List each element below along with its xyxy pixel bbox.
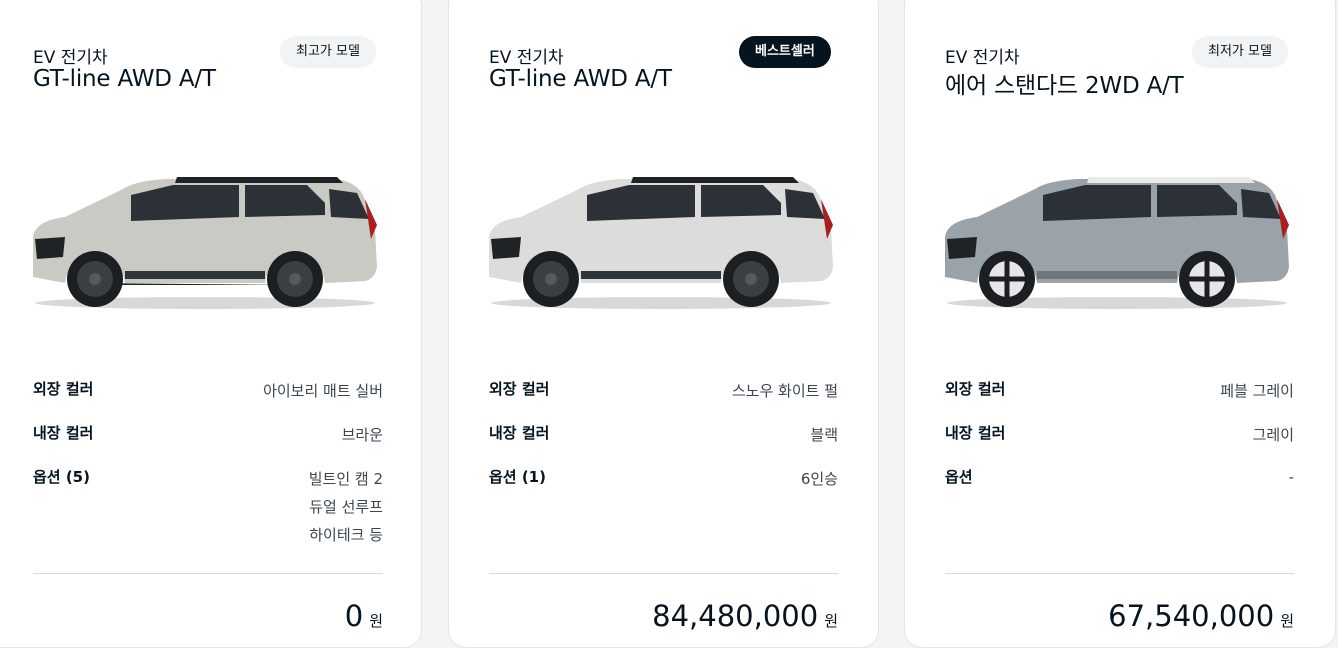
badge-lowest-price: 최저가 모델 [1192,36,1288,68]
model-card-highest-price[interactable]: EV 전기차 GT-line AWD A/T 최고가 모델 외장 컬러 아이보리… [0,0,422,648]
vehicle-category: EV 전기차 [33,48,108,68]
car-image [33,177,377,309]
model-name: GT-line AWD A/T [489,66,672,92]
exterior-color-label: 외장 컬러 [33,380,94,398]
price-value: 0 [344,599,364,633]
vehicle-category: EV 전기차 [489,48,564,68]
model-card-best-seller[interactable]: EV 전기차 GT-line AWD A/T 베스트셀러 외장 컬러 스노우 화… [448,0,879,648]
option-value: - [1288,468,1294,486]
price-value: 84,480,000 [652,599,819,633]
interior-color-label: 내장 컬러 [945,424,1006,442]
badge-best-seller: 베스트셀러 [739,36,831,68]
car-image [489,177,833,309]
options-label: 옵션 (1) [489,468,546,486]
exterior-color-value: 페블 그레이 [1220,382,1294,400]
price-unit: 원 [1280,612,1294,630]
divider [945,573,1294,574]
price: 0원 [345,599,383,633]
interior-color-label: 내장 컬러 [489,424,550,442]
model-name: GT-line AWD A/T [33,66,216,92]
interior-color-value: 블랙 [810,426,838,444]
car-image [945,177,1289,309]
price: 84,480,000 원 [652,599,838,633]
options-label: 옵션 (5) [33,468,90,486]
exterior-color-label: 외장 컬러 [489,380,550,398]
options-label: 옵션 [945,468,973,486]
vehicle-category: EV 전기차 [945,48,1020,68]
option-value: 듀얼 선루프 [309,498,383,516]
exterior-color-value: 아이보리 매트 실버 [263,382,383,400]
exterior-color-label: 외장 컬러 [945,380,1006,398]
option-value: 하이테크 등 [309,526,383,544]
divider [489,573,838,574]
badge-highest-price: 최고가 모델 [280,36,376,68]
price-value: 67,540,000 [1108,599,1275,633]
option-value: 빌트인 캠 2 [308,470,383,488]
price-unit: 원 [369,612,383,630]
model-name: 에어 스탠다드 2WD A/T [945,73,1184,99]
price: 67,540,000 원 [1108,599,1294,633]
price-unit: 원 [824,612,838,630]
interior-color-value: 브라운 [341,426,383,444]
interior-color-value: 그레이 [1252,426,1294,444]
exterior-color-value: 스노우 화이트 펄 [731,382,838,400]
model-card-lowest-price[interactable]: EV 전기차 에어 스탠다드 2WD A/T 최저가 모델 외장 컬러 페블 그… [904,0,1336,648]
option-value: 6인승 [800,470,838,488]
divider [33,573,383,574]
interior-color-label: 내장 컬러 [33,424,94,442]
